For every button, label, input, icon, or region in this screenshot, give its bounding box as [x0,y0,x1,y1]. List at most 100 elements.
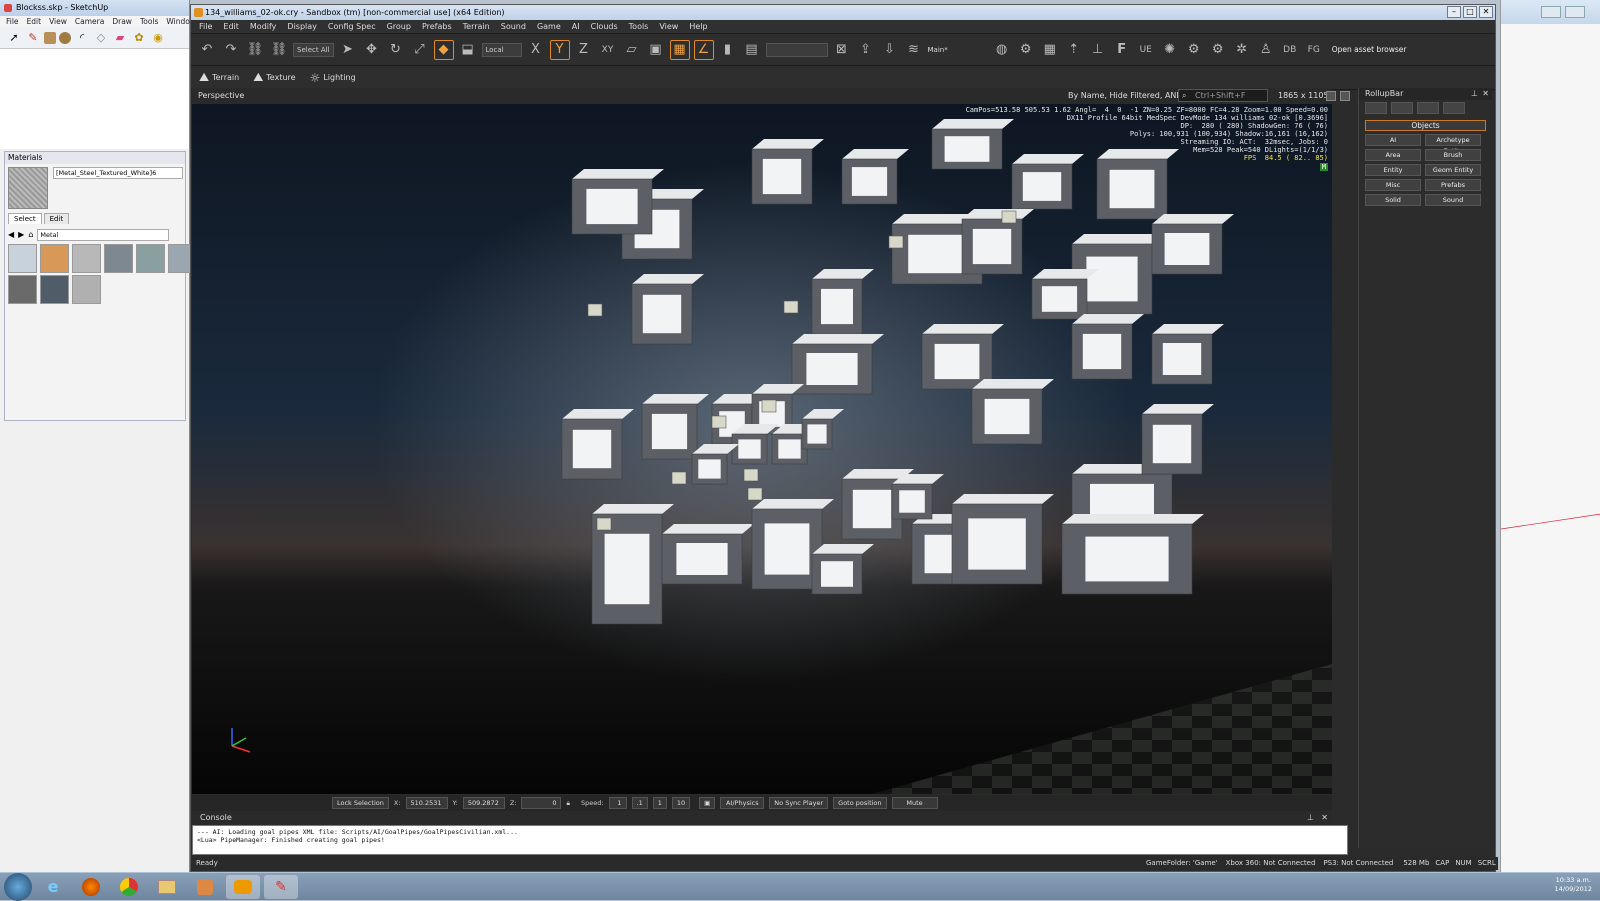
entity-marker-icon[interactable] [743,468,759,482]
select-all-dropdown[interactable]: Select All [293,42,334,57]
chrome-icon[interactable] [112,875,146,899]
measure-icon[interactable]: ⊥ [1088,40,1108,60]
terrain-tab-icon[interactable] [1391,102,1413,114]
entity-marker-icon[interactable] [596,517,612,531]
object-button-brush[interactable]: Brush [1425,149,1481,161]
push-pull-icon[interactable]: ◇ [93,30,109,46]
x-coordinate-field[interactable]: 510.2531 [405,797,448,809]
physics-icon[interactable]: ⚙ [1016,40,1036,60]
import-icon[interactable]: ⇩ [880,40,900,60]
object-button-misc[interactable]: Misc [1365,179,1421,191]
export-icon[interactable]: ⇪ [856,40,876,60]
viewport-options-icon[interactable] [1326,91,1336,101]
facial-editor-icon[interactable]: FG [1304,40,1324,60]
goto-position-button[interactable]: Goto position [833,797,887,809]
material-swatch[interactable] [8,244,37,273]
height-icon[interactable]: ⇡ [1064,40,1084,60]
sandbox-taskbar-icon[interactable] [226,874,260,899]
named-selection-icon[interactable]: ▤ [742,40,762,60]
material-swatch[interactable] [40,244,69,273]
circle-icon[interactable] [59,31,71,44]
menu-tools[interactable]: Tools [629,20,649,33]
current-material-swatch[interactable] [8,167,48,209]
material-swatch[interactable] [8,275,37,304]
speed-preset-10[interactable]: 10 [671,797,691,809]
home-icon[interactable]: ⌂ [28,230,33,239]
texture-tool[interactable]: ⛰ Texture [253,70,295,85]
viewport-type-label[interactable]: Perspective [198,88,244,104]
tape-measure-icon[interactable]: ✿ [131,30,147,46]
follow-terrain-icon[interactable]: ▱ [622,40,642,60]
delete-selection-icon[interactable]: ⊠ [832,40,852,60]
sketchup-menu-view[interactable]: View [49,16,67,27]
viewport-search-field[interactable]: ⌕ Ctrl+Shift+F [1178,89,1268,102]
layers-tab-icon[interactable] [1443,102,1465,114]
ai-physics-button[interactable]: AI/Physics [720,797,765,809]
material-library-field[interactable] [37,228,170,241]
named-selection-field[interactable] [765,42,828,57]
entity-marker-icon[interactable] [711,415,727,429]
back-arrow-icon[interactable]: ◀ [8,230,14,239]
open-asset-browser-button[interactable]: Open asset browser [1332,45,1407,54]
axis-x-button[interactable]: X [526,40,546,60]
pencil-icon[interactable]: ✎ [25,30,41,46]
menu-prefabs[interactable]: Prefabs [422,20,452,33]
clock-date[interactable]: 14/09/2012 [1555,885,1592,894]
grid-view-icon[interactable]: ▦ [1040,40,1060,60]
object-button-geom-entity[interactable]: Geom Entity [1425,164,1481,176]
viewport-resolution[interactable]: 1865 x 1105 [1278,88,1329,104]
ui-editor-icon[interactable]: UE [1136,40,1156,60]
axis-xy-button[interactable]: XY [598,40,618,60]
flowgraph-icon[interactable]: F [1112,40,1132,60]
close-icon[interactable]: ✕ [1321,812,1328,824]
object-button-area[interactable]: Area [1365,149,1421,161]
object-button-sound[interactable]: Sound [1425,194,1481,206]
material-swatch[interactable] [104,244,133,273]
material-swatch[interactable] [40,275,69,304]
no-sync-player-button[interactable]: No Sync Player [769,797,829,809]
ruler-icon[interactable]: ▮ [718,40,738,60]
minimize-button[interactable] [1541,6,1561,18]
display-tab-icon[interactable] [1417,102,1439,114]
redo-icon[interactable]: ↷ [221,40,241,60]
material-swatch[interactable] [72,244,101,273]
tab-edit[interactable]: Edit [43,213,70,224]
z-coordinate-field[interactable]: 0 [521,797,562,809]
terrain-tool[interactable]: ⛰ Terrain [199,70,239,85]
character-icon[interactable]: ♙ [1256,40,1276,60]
close-button[interactable]: ✕ [1479,6,1493,18]
menu-file[interactable]: File [199,20,212,33]
settings-icon[interactable]: ✺ [1160,40,1180,60]
angle-snap-icon[interactable]: ∠ [693,39,714,60]
sketchup-menu-draw[interactable]: Draw [112,16,132,27]
console-output[interactable]: --- AI: Loading goal pipes XML file: Scr… [192,825,1348,855]
paint-bucket-icon[interactable]: ◉ [150,30,166,46]
entity-marker-icon[interactable] [783,300,799,314]
object-button-prefabs[interactable]: Prefabs [1425,179,1481,191]
lock-selection-button[interactable]: Lock Selection [332,797,389,809]
terrain-snap-icon[interactable]: ◆ [433,39,454,60]
globe-icon[interactable]: ◍ [992,40,1012,60]
lock-icon[interactable]: 🔒︎ [566,799,569,808]
objects-category-header[interactable]: Objects [1365,120,1486,131]
menu-help[interactable]: Help [689,20,707,33]
firefox-icon[interactable] [74,875,108,899]
menu-display[interactable]: Display [287,20,317,33]
gear-icon[interactable]: ⚙ [1184,40,1204,60]
object-button-solid[interactable]: Solid [1365,194,1421,206]
object-button-archetype-entity[interactable]: Archetype Entity [1425,134,1481,155]
menu-edit[interactable]: Edit [223,20,239,33]
select-arrow-icon[interactable]: ➚ [6,30,22,46]
explorer-folder-icon[interactable] [150,875,184,899]
align-icon[interactable]: ⬓ [458,40,478,60]
material-swatch[interactable] [72,275,101,304]
axis-y-button[interactable]: Y [549,39,570,60]
viewport-maximize-icon[interactable] [1340,91,1350,101]
material-swatch[interactable] [136,244,165,273]
pin-icon[interactable]: ⊥ [1471,88,1478,100]
start-button[interactable] [4,872,32,901]
undo-icon[interactable]: ↶ [197,40,217,60]
unlink-icon[interactable]: ⛓ [269,40,289,60]
menu-clouds[interactable]: Clouds [591,20,618,33]
internet-explorer-icon[interactable]: e [36,875,70,899]
